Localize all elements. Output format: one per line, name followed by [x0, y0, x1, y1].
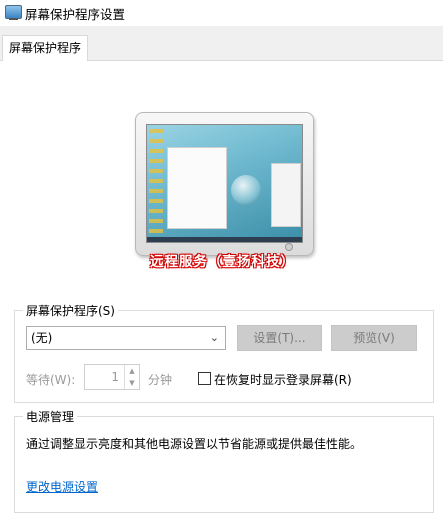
wallpaper-drop-thumbnail — [231, 175, 261, 205]
screensaver-select-value: (无) — [31, 331, 53, 345]
window-thumbnail — [167, 147, 227, 229]
stepper-arrows-icon[interactable]: ▲ ▼ — [124, 365, 139, 389]
chevron-down-icon: ⌄ — [209, 331, 219, 344]
power-legend: 电源管理 — [23, 408, 78, 425]
wait-minutes-value: 1 — [111, 370, 119, 384]
monitor-icon — [5, 5, 22, 20]
screensaver-group: 屏幕保护程序(S) (无) ⌄ 设置(T)... 预览(V) 等待(W): 1 … — [14, 302, 434, 403]
wait-minutes-stepper[interactable]: 1 ▲ ▼ — [84, 364, 140, 390]
tab-screensaver[interactable]: 屏幕保护程序 — [2, 35, 89, 61]
settings-button[interactable]: 设置(T)... — [237, 325, 322, 351]
desktop-icons-thumbnail — [149, 129, 163, 237]
screensaver-select[interactable]: (无) ⌄ — [26, 326, 226, 350]
power-description: 通过调整显示亮度和其他电源设置以节省能源或提供最佳性能。 — [26, 437, 363, 451]
resume-login-checkbox[interactable] — [198, 372, 211, 385]
taskbar-thumbnail — [147, 237, 302, 242]
screensaver-legend: 屏幕保护程序(S) — [23, 302, 118, 319]
preview-screen — [146, 124, 303, 243]
change-power-settings-link[interactable]: 更改电源设置 — [26, 478, 98, 495]
tab-strip: 屏幕保护程序 — [0, 26, 443, 61]
minutes-label: 分钟 — [148, 373, 173, 387]
power-group: 电源管理 通过调整显示亮度和其他电源设置以节省能源或提供最佳性能。 更改电源设置 — [14, 408, 434, 513]
side-panel-thumbnail — [271, 163, 301, 227]
wait-label: 等待(W): — [26, 373, 76, 387]
watermark-text: 远程服务（壹扬科技） — [150, 254, 295, 270]
monitor-preview — [135, 112, 314, 256]
resume-login-label[interactable]: 在恢复时显示登录屏幕(R) — [214, 371, 352, 388]
title-bar: 屏幕保护程序设置 — [0, 0, 443, 27]
preview-button[interactable]: 预览(V) — [331, 325, 417, 351]
window-title: 屏幕保护程序设置 — [25, 7, 126, 22]
